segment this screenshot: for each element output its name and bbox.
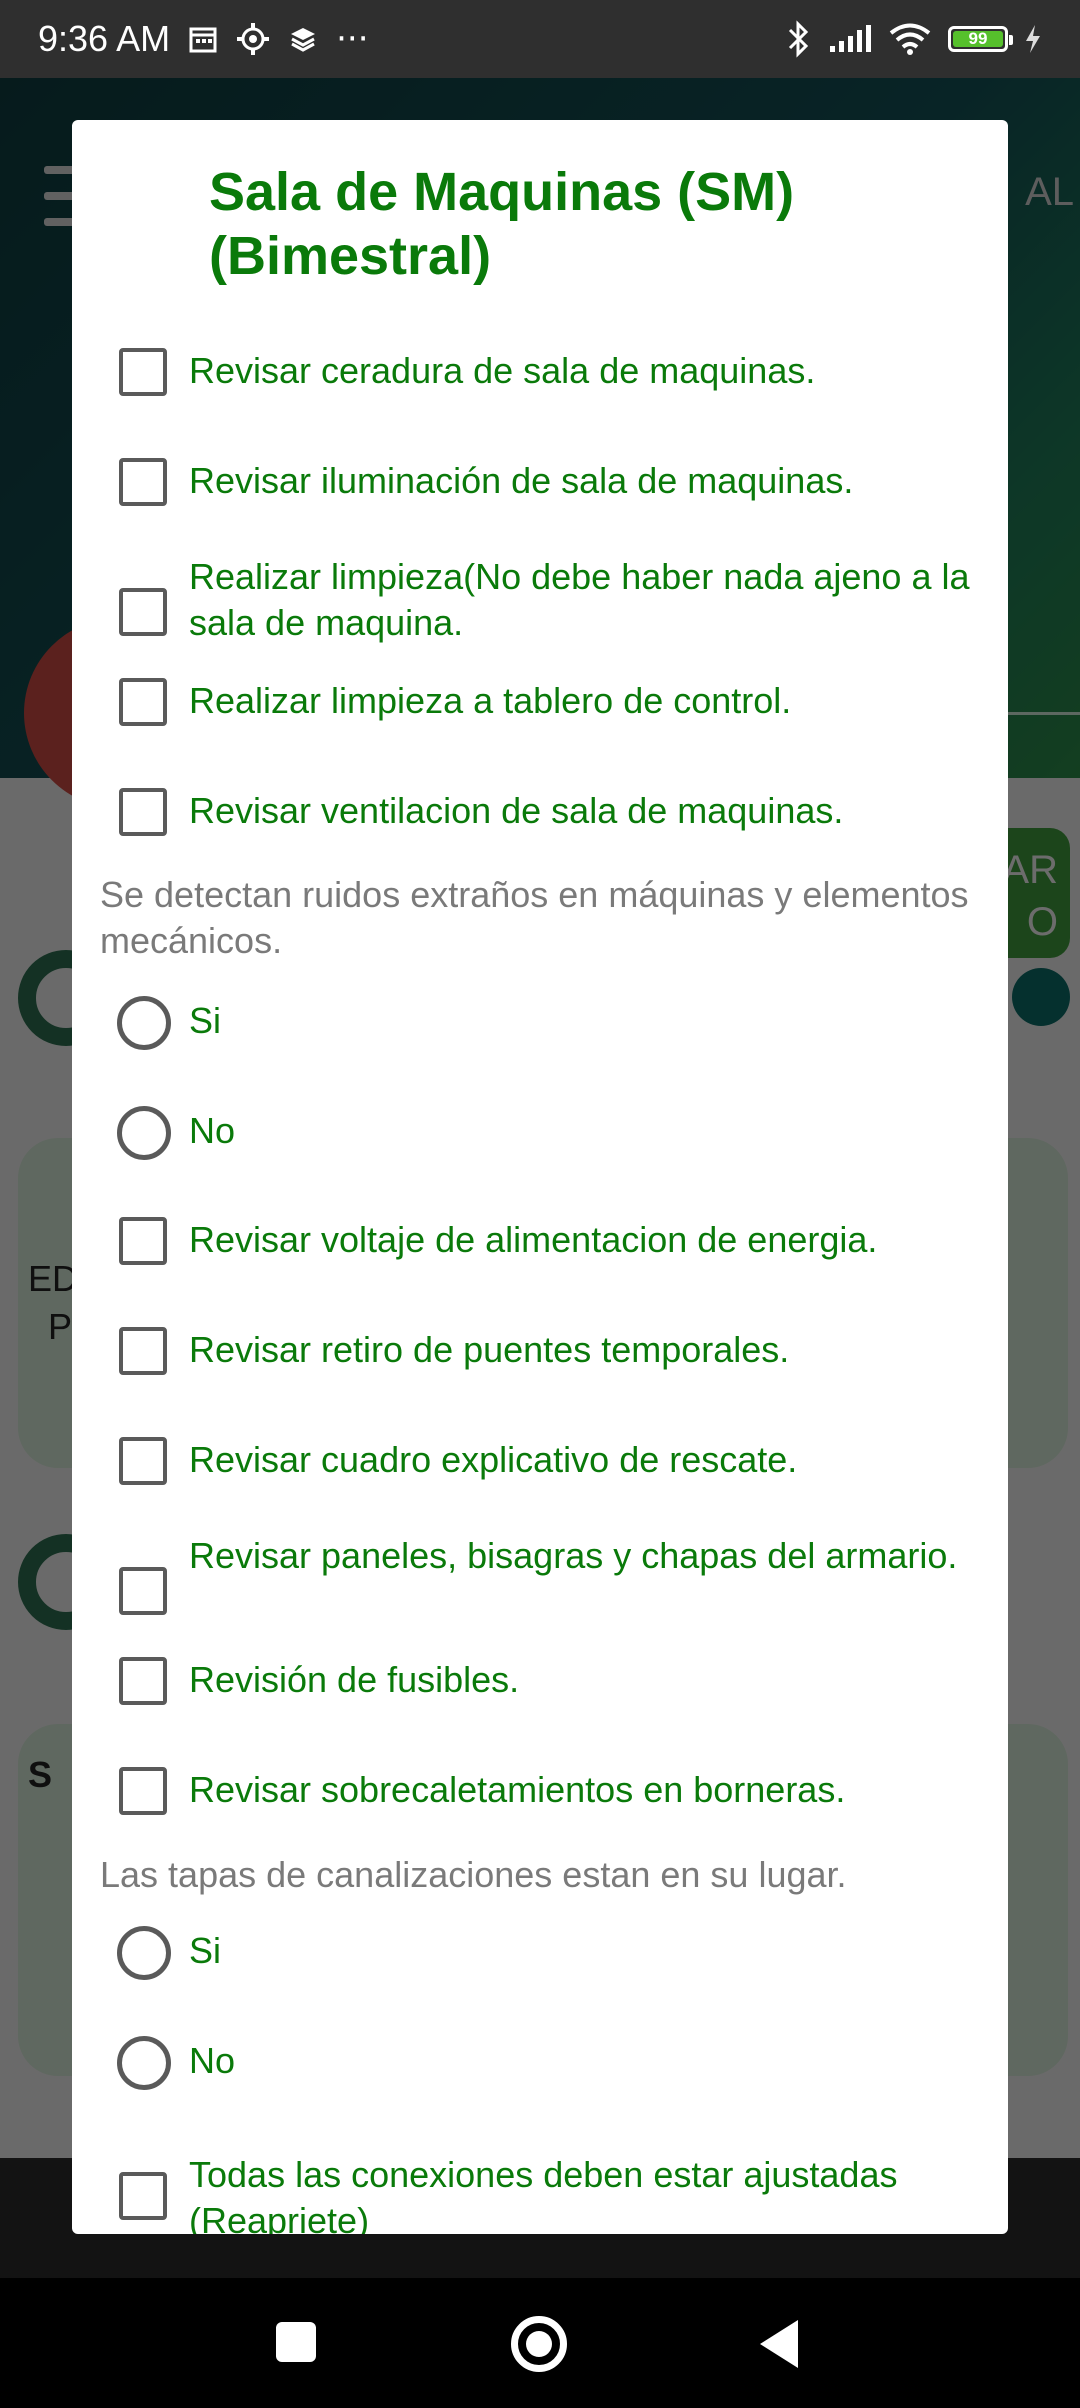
radio-option[interactable]: No [72, 1106, 1008, 1206]
checkbox[interactable] [119, 1567, 167, 1615]
radio-option[interactable]: No [72, 2036, 1008, 2136]
radio-button[interactable] [117, 1106, 171, 1160]
checklist-item[interactable]: Revisar cuadro explicativo de rescate. [72, 1437, 1008, 1537]
radio-button[interactable] [117, 996, 171, 1050]
status-time: 9:36 AM [38, 18, 171, 59]
checkbox[interactable] [119, 1327, 167, 1375]
checklist-item[interactable]: Revisión de fusibles. [72, 1657, 1008, 1757]
recent-apps-icon[interactable] [276, 2322, 316, 2362]
checklist-item-label: Revisar voltaje de alimentacion de energ… [189, 1219, 878, 1260]
radio-button[interactable] [117, 1926, 171, 1980]
checklist-item[interactable]: Revisar paneles, bisagras y chapas del a… [72, 1535, 1008, 1647]
checklist-item-label: Revisar ceradura de sala de maquinas. [189, 350, 816, 391]
checklist-item-label: Revisar iluminación de sala de maquinas. [189, 460, 854, 501]
signal-icon [828, 24, 872, 54]
home-icon[interactable] [511, 2316, 567, 2372]
wifi-icon [888, 22, 932, 56]
status-bar: 9:36 AM ··· 99 [0, 0, 1080, 78]
checkbox[interactable] [119, 348, 167, 396]
checklist-dialog: Sala de Maquinas (SM) (Bimestral) Revisa… [72, 120, 1008, 2234]
system-navigation-bar [0, 2278, 1080, 2408]
checkbox[interactable] [119, 588, 167, 636]
radio-option-label: No [189, 1110, 236, 1151]
radio-option-label: Si [189, 1000, 222, 1041]
checklist-item[interactable]: Revisar retiro de puentes temporales. [72, 1327, 1008, 1427]
checklist-item[interactable]: Realizar limpieza(No debe haber nada aje… [72, 556, 1008, 668]
checklist-item-label: Revisar ventilacion de sala de maquinas. [189, 790, 844, 831]
checklist-item-label: Revisar cuadro explicativo de rescate. [189, 1439, 798, 1480]
battery-icon: 99 [948, 26, 1013, 52]
checkbox[interactable] [119, 788, 167, 836]
checklist-item-label: Revisar paneles, bisagras y chapas del a… [189, 1535, 958, 1576]
checklist-item[interactable]: Revisar iluminación de sala de maquinas. [72, 458, 1008, 558]
radio-button[interactable] [117, 2036, 171, 2090]
bluetooth-icon [786, 20, 812, 58]
checklist-item[interactable]: Revisar voltaje de alimentacion de energ… [72, 1217, 1008, 1317]
radio-option-label: No [189, 2040, 236, 2081]
checkbox[interactable] [119, 1767, 167, 1815]
checklist-item-label: Realizar limpieza(No debe haber nada aje… [189, 556, 970, 643]
checklist-item-label: Todas las conexiones deben estar ajustad… [189, 2154, 898, 2234]
radio-option-label: Si [189, 1930, 222, 1971]
settings-gear-icon [236, 22, 270, 56]
checkbox[interactable] [119, 678, 167, 726]
checkbox[interactable] [119, 1657, 167, 1705]
back-icon[interactable] [760, 2320, 798, 2368]
checkbox[interactable] [119, 1217, 167, 1265]
checklist-item-label: Revisar retiro de puentes temporales. [189, 1329, 790, 1370]
question-label: Las tapas de canalizaciones estan en su … [100, 1854, 847, 1895]
checkbox[interactable] [119, 458, 167, 506]
checklist-item[interactable]: Todas las conexiones deben estar ajustad… [72, 2146, 1008, 2234]
checklist-item-label: Realizar limpieza a tablero de control. [189, 680, 792, 721]
checklist-item[interactable]: Revisar ceradura de sala de maquinas. [72, 348, 1008, 448]
question-label: Se detectan ruidos extraños en máquinas … [100, 874, 969, 961]
calendar-icon [188, 24, 218, 54]
checkbox[interactable] [119, 1437, 167, 1485]
checklist-item-label: Revisar sobrecaletamientos en borneras. [189, 1769, 846, 1810]
checkbox[interactable] [119, 2172, 167, 2220]
layers-icon [288, 24, 318, 54]
radio-option[interactable]: Si [72, 996, 1008, 1096]
checklist-item-label: Revisión de fusibles. [189, 1659, 520, 1700]
radio-option[interactable]: Si [72, 1926, 1008, 2026]
charging-bolt-icon [1024, 24, 1042, 54]
checklist-item[interactable]: Realizar limpieza a tablero de control. [72, 678, 1008, 778]
battery-level: 99 [953, 29, 1003, 48]
more-notifications-icon: ··· [336, 19, 369, 59]
dialog-title: Sala de Maquinas (SM) (Bimestral) [209, 162, 795, 286]
